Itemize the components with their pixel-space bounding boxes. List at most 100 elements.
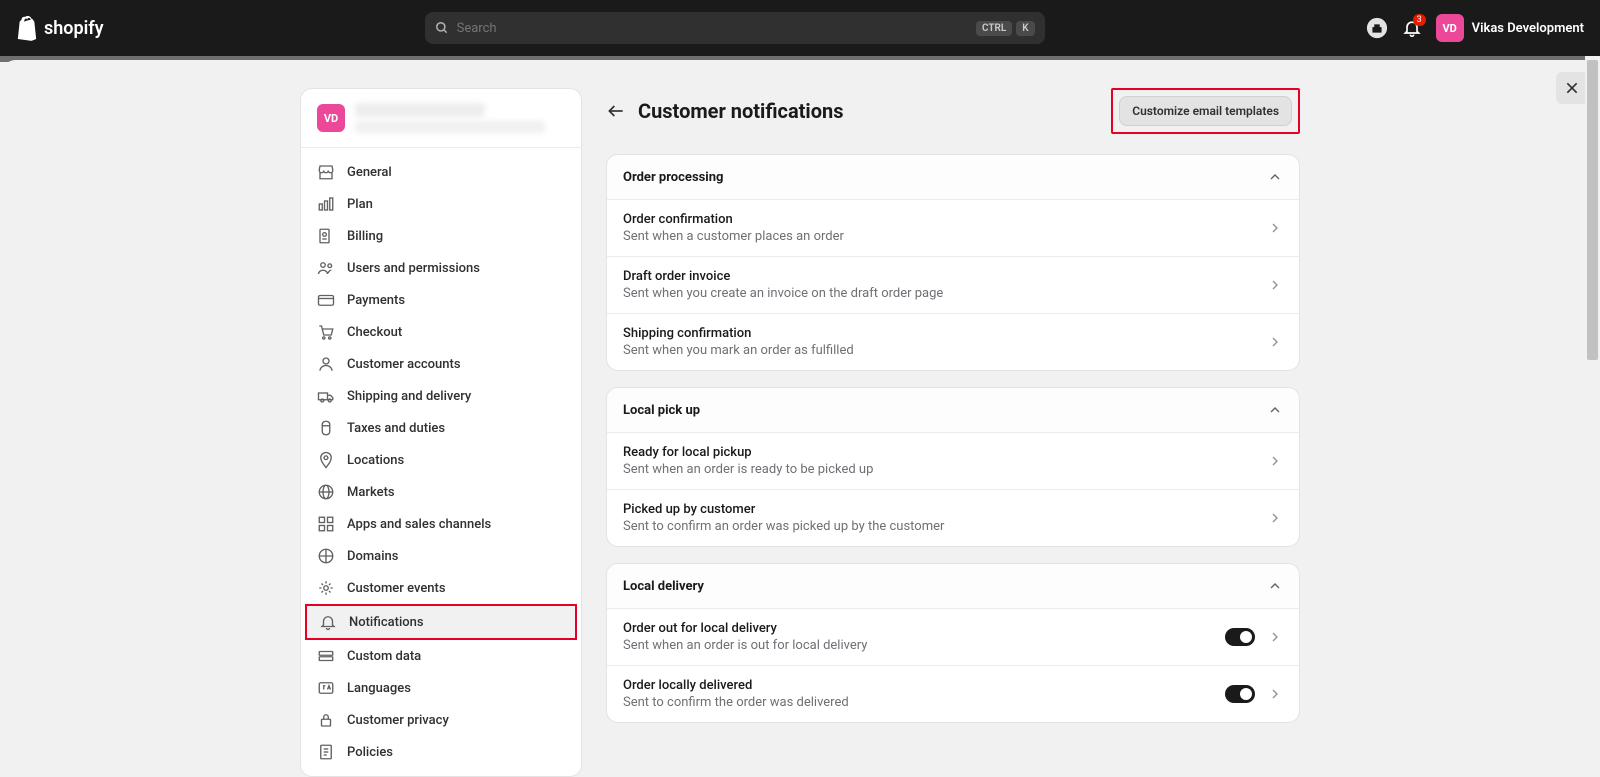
close-button[interactable] [1556, 72, 1588, 104]
sidebar-item-label: Languages [347, 681, 411, 696]
data-icon [317, 647, 335, 665]
events-icon [317, 579, 335, 597]
chevron-right-icon [1267, 277, 1283, 293]
close-icon [1564, 80, 1580, 96]
sidebar-item-label: Markets [347, 485, 395, 500]
sidebar-item-users-and-permissions[interactable]: Users and permissions [301, 252, 581, 284]
settings-sidebar: VD General Plan Billing Users and permissio… [300, 88, 582, 777]
notification-row[interactable]: Order out for local delivery Sent when a… [607, 609, 1299, 666]
search-input[interactable] [457, 21, 968, 36]
sidebar-item-domains[interactable]: Domains [301, 540, 581, 572]
section-header[interactable]: Order processing [607, 155, 1299, 200]
policies-icon [317, 743, 335, 761]
store-avatar: VD [317, 104, 345, 132]
customize-email-templates-button[interactable]: Customize email templates [1119, 96, 1292, 126]
chevron-right-icon [1267, 334, 1283, 350]
sidebar-item-label: Customer privacy [347, 713, 449, 728]
back-button[interactable] [606, 101, 626, 121]
scrollbar[interactable] [1585, 56, 1600, 773]
row-title: Shipping confirmation [623, 326, 1255, 341]
row-subtitle: Sent when a customer places an order [623, 229, 1255, 244]
sidebar-item-label: Domains [347, 549, 398, 564]
sidebar-item-label: Taxes and duties [347, 421, 445, 436]
notification-row[interactable]: Order locally delivered Sent to confirm … [607, 666, 1299, 722]
row-subtitle: Sent when you create an invoice on the d… [623, 286, 1255, 301]
chevron-up-icon [1267, 402, 1283, 418]
sidebar-item-general[interactable]: General [301, 156, 581, 188]
section-header[interactable]: Local delivery [607, 564, 1299, 609]
users-icon [317, 259, 335, 277]
search-shortcut: CTRL K [976, 21, 1035, 36]
sidebar-item-label: Customer events [347, 581, 446, 596]
sidebar-item-markets[interactable]: Markets [301, 476, 581, 508]
row-subtitle: Sent when an order is out for local deli… [623, 638, 1213, 653]
domains-icon [317, 547, 335, 565]
notification-badge: 3 [1413, 14, 1426, 26]
sidebar-item-label: General [347, 165, 392, 180]
sidebar-item-label: Locations [347, 453, 404, 468]
cta-highlight: Customize email templates [1111, 88, 1300, 134]
sidebar-item-label: Billing [347, 229, 383, 244]
sidebar-store-header[interactable]: VD [301, 89, 581, 148]
sidebar-item-policies[interactable]: Policies [301, 736, 581, 768]
row-title: Order confirmation [623, 212, 1255, 227]
sidebar-item-custom-data[interactable]: Custom data [301, 640, 581, 672]
notifications-button[interactable]: 3 [1402, 18, 1422, 38]
avatar: VD [1436, 14, 1464, 42]
section-title: Local pick up [623, 403, 700, 418]
sidebar-item-customer-privacy[interactable]: Customer privacy [301, 704, 581, 736]
notification-row[interactable]: Order confirmation Sent when a customer … [607, 200, 1299, 257]
notification-row[interactable]: Draft order invoice Sent when you create… [607, 257, 1299, 314]
row-title: Order locally delivered [623, 678, 1213, 693]
markets-icon [317, 483, 335, 501]
sidebar-item-label: Payments [347, 293, 405, 308]
sidebar-item-customer-events[interactable]: Customer events [301, 572, 581, 604]
chevron-up-icon [1267, 169, 1283, 185]
section-header[interactable]: Local pick up [607, 388, 1299, 433]
row-title: Ready for local pickup [623, 445, 1255, 460]
notification-row[interactable]: Ready for local pickup Sent when an orde… [607, 433, 1299, 490]
sidebar-item-plan[interactable]: Plan [301, 188, 581, 220]
notification-row[interactable]: Picked up by customer Sent to confirm an… [607, 490, 1299, 546]
taxes-icon [317, 419, 335, 437]
toggle-switch[interactable] [1225, 628, 1255, 646]
chevron-right-icon [1267, 686, 1283, 702]
row-subtitle: Sent to confirm an order was picked up b… [623, 519, 1255, 534]
page-title: Customer notifications [638, 99, 1099, 123]
search-bar[interactable]: CTRL K [425, 12, 1045, 44]
bag-icon [16, 15, 38, 41]
shipping-icon [317, 387, 335, 405]
chevron-right-icon [1267, 629, 1283, 645]
sidebar-item-label: Checkout [347, 325, 402, 340]
sidebar-item-label: Users and permissions [347, 261, 480, 276]
print-icon[interactable] [1366, 17, 1388, 39]
sidebar-item-locations[interactable]: Locations [301, 444, 581, 476]
sidebar-item-checkout[interactable]: Checkout [301, 316, 581, 348]
billing-icon [317, 227, 335, 245]
sidebar-item-payments[interactable]: Payments [301, 284, 581, 316]
chevron-right-icon [1267, 510, 1283, 526]
row-title: Draft order invoice [623, 269, 1255, 284]
sidebar-item-notifications[interactable]: Notifications [305, 604, 577, 640]
row-subtitle: Sent to confirm the order was delivered [623, 695, 1213, 710]
search-icon [435, 21, 449, 35]
section-title: Order processing [623, 170, 723, 185]
toggle-switch[interactable] [1225, 685, 1255, 703]
user-menu[interactable]: VD Vikas Development [1436, 14, 1584, 42]
sidebar-item-taxes-and-duties[interactable]: Taxes and duties [301, 412, 581, 444]
sidebar-item-languages[interactable]: Languages [301, 672, 581, 704]
sidebar-item-billing[interactable]: Billing [301, 220, 581, 252]
sidebar-item-shipping-and-delivery[interactable]: Shipping and delivery [301, 380, 581, 412]
notification-row[interactable]: Shipping confirmation Sent when you mark… [607, 314, 1299, 370]
shopify-logo[interactable]: shopify [16, 15, 104, 41]
section-title: Local delivery [623, 579, 704, 594]
row-subtitle: Sent when an order is ready to be picked… [623, 462, 1255, 477]
row-subtitle: Sent when you mark an order as fulfilled [623, 343, 1255, 358]
store-icon [317, 163, 335, 181]
row-title: Order out for local delivery [623, 621, 1213, 636]
sidebar-item-label: Plan [347, 197, 373, 212]
sidebar-item-customer-accounts[interactable]: Customer accounts [301, 348, 581, 380]
section-order-processing: Order processing Order confirmation Sent… [606, 154, 1300, 371]
brand-text: shopify [44, 18, 104, 39]
sidebar-item-apps-and-sales-channels[interactable]: Apps and sales channels [301, 508, 581, 540]
